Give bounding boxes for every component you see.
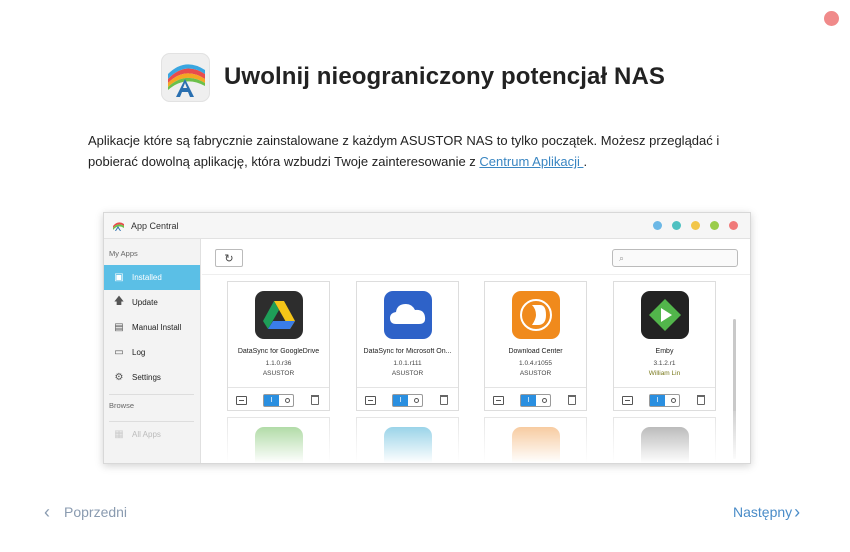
- manual-install-icon: ▤: [114, 322, 124, 333]
- window-dot: [672, 221, 681, 230]
- sidebar-item-label: All Apps: [132, 430, 161, 439]
- app-toggle: I: [392, 394, 423, 407]
- sidebar-item-label: Log: [132, 348, 146, 357]
- sidebar-item-label: Update: [132, 298, 158, 307]
- app-toggle: I: [649, 394, 680, 407]
- page-title: Uwolnij nieograniczony potencjał NAS: [224, 63, 665, 90]
- window-dots: [653, 221, 738, 230]
- sidebar-item-label: Manual Install: [132, 323, 182, 332]
- preview-fade: [202, 411, 750, 463]
- app-name: DataSync for Microsoft On...: [363, 348, 452, 355]
- search-icon: ⌕: [619, 252, 625, 263]
- sidebar-item-update: 🡅 Update: [104, 290, 200, 315]
- app-card: Download Center 1.0.4.r1055 ASUSTOR I: [484, 281, 587, 411]
- update-arrow-icon: 🡅: [113, 296, 125, 307]
- trash-icon: [697, 395, 705, 405]
- app-card: Emby 3.1.2.r1 William Lin I: [613, 281, 716, 411]
- window-dot: [653, 221, 662, 230]
- sidebar-item-label: Installed: [132, 273, 162, 282]
- app-version: 1.1.0.r36: [265, 360, 292, 367]
- app-name: DataSync for GoogleDrive: [237, 348, 320, 355]
- preview-window-title: App Central: [131, 220, 179, 231]
- app-actions: I: [357, 387, 458, 412]
- app-version: 1.0.1.r111: [393, 360, 422, 367]
- app-actions: I: [228, 387, 329, 412]
- sidebar-item-settings: ⚙ Settings: [104, 365, 200, 390]
- app-publisher: ASUSTOR: [262, 370, 295, 377]
- app-card: DataSync for GoogleDrive 1.1.0.r36 ASUST…: [227, 281, 330, 411]
- preview-titlebar: App Central: [104, 213, 750, 239]
- grid-icon: ▦: [114, 429, 124, 440]
- previous-label: Poprzedni: [64, 504, 128, 520]
- header: Uwolnij nieograniczony potencjał NAS: [161, 52, 665, 102]
- description: Aplikacje które są fabrycznie zainstalow…: [88, 130, 768, 172]
- refresh-icon: ↻: [215, 249, 243, 267]
- chevron-right-icon: ›: [794, 502, 801, 522]
- gear-icon: ⚙: [114, 372, 124, 383]
- sidebar-section-my-apps: My Apps: [109, 249, 138, 258]
- app-central-logo-icon: [161, 52, 210, 102]
- sidebar-section-browse: Browse: [109, 401, 135, 410]
- open-app-icon: [493, 396, 504, 405]
- trash-icon: [568, 395, 576, 405]
- log-icon: ▭: [114, 347, 124, 358]
- app-central-small-icon: [113, 222, 124, 231]
- description-end: .: [583, 154, 588, 169]
- sidebar-item-manual-install: ▤ Manual Install: [104, 315, 200, 340]
- sidebar-item-all-apps: ▦ All Apps: [104, 422, 200, 447]
- window-dot: [691, 221, 700, 230]
- app-publisher: ASUSTOR: [391, 370, 424, 377]
- download-center-icon: [512, 291, 560, 339]
- next-label: Następny: [733, 504, 793, 520]
- onedrive-cloud-icon: [384, 291, 432, 339]
- open-app-icon: [365, 396, 376, 405]
- open-app-icon: [622, 396, 633, 405]
- app-name: Emby: [655, 348, 674, 355]
- previous-button[interactable]: ‹ Poprzedni: [44, 503, 127, 521]
- app-central-preview: App Central My Apps ▣ Installed 🡅 Update…: [103, 212, 751, 464]
- window-dot: [710, 221, 719, 230]
- trash-icon: [311, 395, 319, 405]
- search-box: ⌕: [612, 249, 738, 267]
- preview-sidebar: My Apps ▣ Installed 🡅 Update ▤ Manual In…: [104, 239, 201, 463]
- emby-icon: [641, 291, 689, 339]
- app-toggle: I: [520, 394, 551, 407]
- app-actions: I: [614, 387, 715, 412]
- sidebar-item-label: Settings: [132, 373, 161, 382]
- chevron-left-icon: ‹: [44, 502, 50, 522]
- window-dot: [729, 221, 738, 230]
- installed-icon: ▣: [114, 272, 124, 283]
- sidebar-item-installed: ▣ Installed: [104, 265, 200, 290]
- app-actions: I: [485, 387, 586, 412]
- description-text: Aplikacje które są fabrycznie zainstalow…: [88, 133, 720, 169]
- app-version: 3.1.2.r1: [653, 360, 676, 367]
- app-toggle: I: [263, 394, 294, 407]
- close-dialog-button[interactable]: [824, 11, 839, 26]
- app-name: Download Center: [508, 348, 563, 355]
- google-drive-icon: [255, 291, 303, 339]
- preview-toolbar: ↻ ⌕: [202, 239, 750, 275]
- app-card: DataSync for Microsoft On... 1.0.1.r111 …: [356, 281, 459, 411]
- next-button[interactable]: Następny ›: [733, 503, 800, 521]
- trash-icon: [440, 395, 448, 405]
- sidebar-item-log: ▭ Log: [104, 340, 200, 365]
- open-app-icon: [236, 396, 247, 405]
- app-central-link[interactable]: Centrum Aplikacji: [479, 154, 583, 169]
- app-publisher: William Lin: [648, 370, 681, 377]
- app-version: 1.0.4.r1055: [519, 360, 552, 367]
- app-publisher: ASUSTOR: [519, 370, 552, 377]
